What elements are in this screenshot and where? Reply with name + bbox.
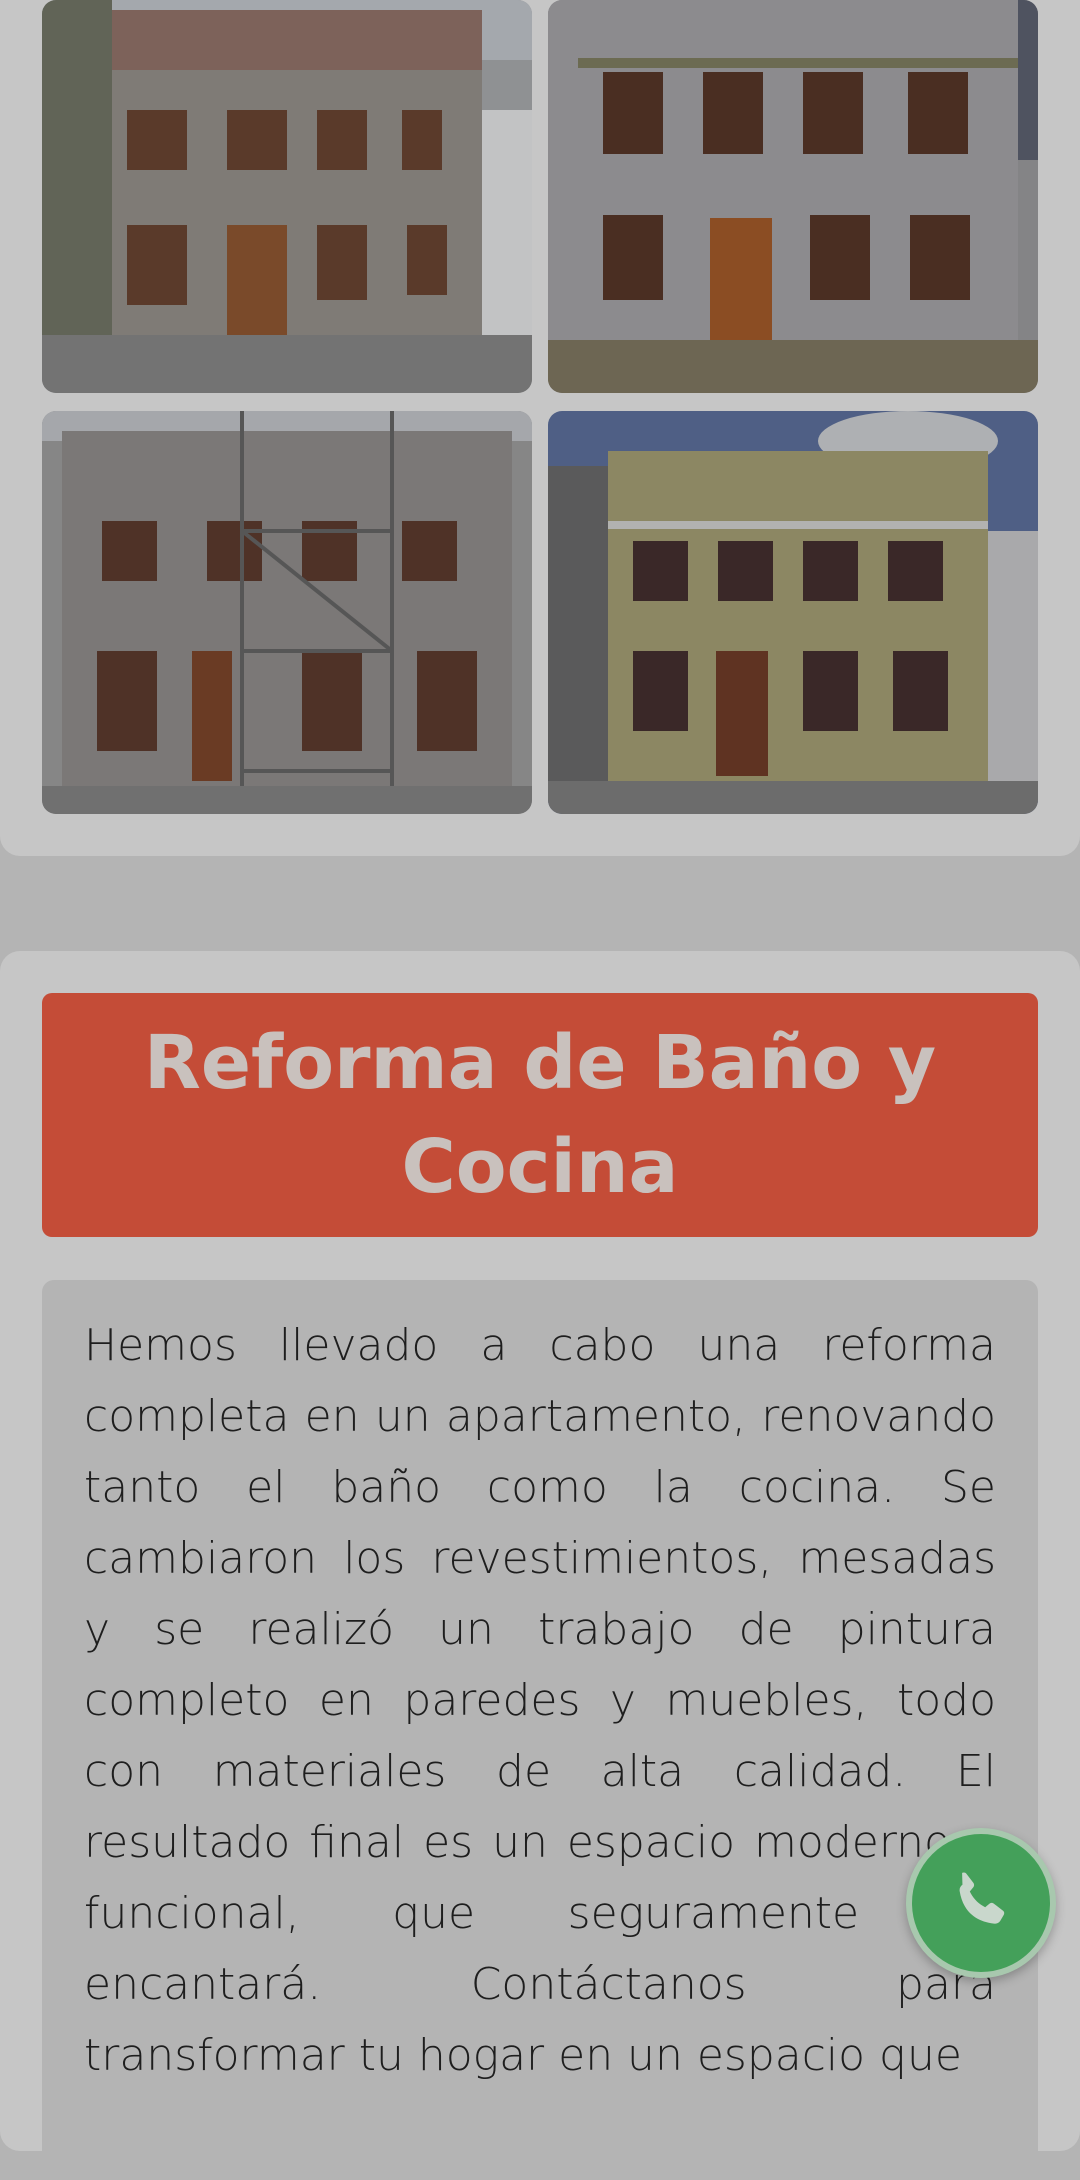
gallery-image-scaffold[interactable] — [42, 411, 532, 814]
project-description: Hemos llevado a cabo una reforma complet… — [84, 1320, 996, 2081]
gallery-image-finished[interactable] — [548, 411, 1038, 814]
whatsapp-icon — [959, 1872, 1005, 1924]
whatsapp-button[interactable] — [906, 1828, 1056, 1978]
gallery-image-after[interactable] — [548, 0, 1038, 393]
gallery-image-before[interactable] — [42, 0, 532, 393]
project-title-banner: Reforma de Baño y Cocina — [42, 993, 1038, 1237]
project-description-box: Hemos llevado a cabo una reforma complet… — [42, 1280, 1038, 2180]
project-title: Reforma de Baño y Cocina — [143, 1020, 937, 1210]
